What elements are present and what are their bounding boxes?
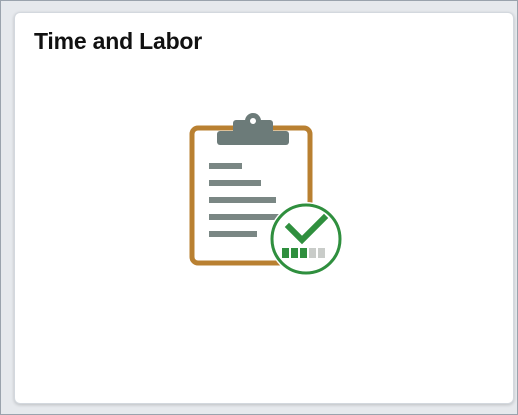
clipboard-check-icon xyxy=(189,113,343,276)
time-and-labor-tile[interactable]: Time and Labor xyxy=(14,12,514,404)
check-badge xyxy=(269,202,343,276)
page-frame: Time and Labor xyxy=(0,0,518,415)
tile-title: Time and Labor xyxy=(34,28,203,54)
progress-segments xyxy=(282,248,325,258)
